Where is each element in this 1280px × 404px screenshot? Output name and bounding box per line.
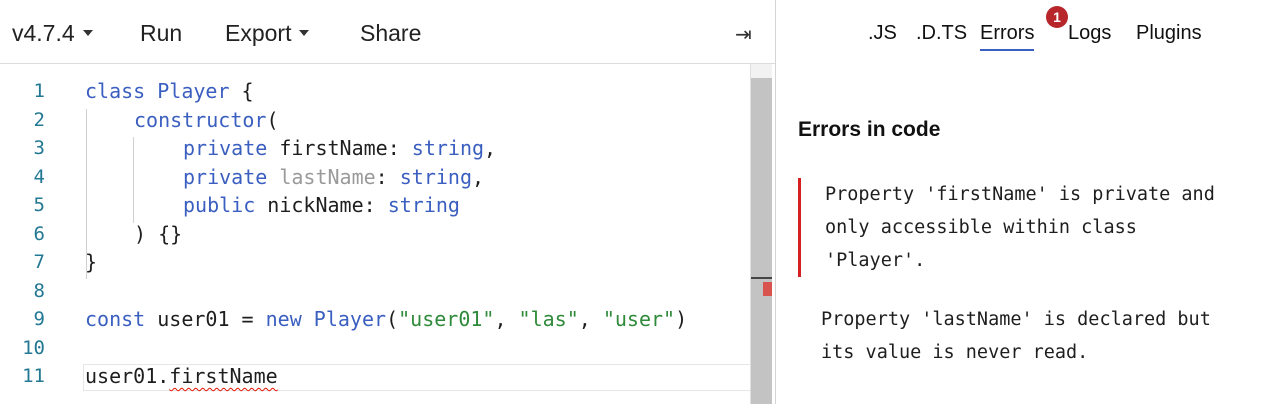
errors-heading: Errors in code bbox=[798, 118, 941, 141]
code-line: private lastName: string, bbox=[183, 165, 484, 189]
collapse-sidebar-icon[interactable]: ⇥ bbox=[735, 22, 752, 47]
code-type: string bbox=[411, 136, 485, 160]
export-label: Export bbox=[225, 20, 292, 46]
code-line: class Player { bbox=[85, 79, 254, 103]
code-punct: , bbox=[494, 307, 519, 331]
warning-message-line: its value is never read. bbox=[821, 342, 1089, 363]
code-identifier: firstName: bbox=[267, 136, 412, 160]
code-punct: ( bbox=[266, 108, 279, 132]
code-keyword: class bbox=[85, 79, 146, 103]
code-string: "las" bbox=[518, 307, 579, 331]
line-number: 3 bbox=[33, 137, 45, 159]
code-editor[interactable]: 1 2 3 4 5 6 7 8 9 10 11 class Player { c… bbox=[0, 64, 769, 404]
line-number: 4 bbox=[33, 166, 45, 188]
code-string: "user01" bbox=[398, 307, 495, 331]
line-number: 6 bbox=[33, 223, 45, 245]
code-identifier: user01 = bbox=[145, 307, 266, 331]
code-error-identifier: firstName bbox=[169, 364, 278, 388]
code-punct: , bbox=[578, 307, 603, 331]
version-label: v4.7.4 bbox=[12, 20, 75, 46]
code-keyword: constructor bbox=[134, 108, 267, 132]
code-line: private firstName: string, bbox=[183, 136, 496, 160]
sidebar-tabs: .JS .D.TS Errors 1 Logs Plugins bbox=[776, 6, 1280, 52]
code-line: user01.firstName bbox=[85, 364, 278, 388]
code-line: public nickName: string bbox=[183, 193, 460, 217]
line-number: 5 bbox=[33, 194, 45, 216]
error-message-line: only accessible within class bbox=[825, 217, 1137, 238]
code-punct: : bbox=[375, 165, 400, 189]
line-number: 10 bbox=[22, 337, 45, 359]
code-type: string bbox=[387, 193, 460, 217]
editor-pane: v4.7.4 Run Export Share ⇥ 1 2 3 4 5 6 7 … bbox=[0, 0, 776, 404]
run-button[interactable]: Run bbox=[140, 20, 182, 47]
tab-plugins[interactable]: Plugins bbox=[1136, 22, 1202, 45]
line-number: 1 bbox=[33, 80, 45, 102]
error-message[interactable]: Property 'firstName' is private and only… bbox=[798, 178, 1268, 277]
line-number: 2 bbox=[33, 109, 45, 131]
code-keyword: new bbox=[265, 307, 302, 331]
warning-message[interactable]: Property 'lastName' is declared but its … bbox=[821, 303, 1266, 369]
cursor-ruler-mark bbox=[751, 277, 772, 279]
code-type: string bbox=[399, 165, 473, 189]
code-identifier: user01. bbox=[85, 364, 170, 388]
toolbar: v4.7.4 Run Export Share ⇥ bbox=[0, 0, 775, 64]
code-line: ) {} bbox=[134, 222, 183, 246]
export-dropdown[interactable]: Export bbox=[225, 20, 310, 47]
line-number: 8 bbox=[33, 280, 45, 302]
chevron-down-icon bbox=[82, 29, 93, 36]
tab-dts[interactable]: .D.TS bbox=[916, 22, 967, 45]
code-identifier: Player bbox=[301, 307, 387, 331]
code-punct: , bbox=[484, 136, 497, 160]
code-keyword: private bbox=[183, 165, 268, 189]
code-line: const user01 = new Player("user01", "las… bbox=[85, 307, 687, 331]
code-keyword: public bbox=[183, 193, 256, 217]
scrollbar-thumb[interactable] bbox=[751, 78, 772, 404]
code-keyword: const bbox=[85, 307, 146, 331]
version-dropdown[interactable]: v4.7.4 bbox=[12, 20, 93, 47]
error-message-line: Property 'firstName' is private and bbox=[825, 184, 1215, 205]
tab-logs[interactable]: Logs bbox=[1068, 22, 1111, 45]
warning-message-line: Property 'lastName' is declared but bbox=[821, 309, 1211, 330]
code-line: constructor( bbox=[134, 108, 279, 132]
tab-js[interactable]: .JS bbox=[868, 22, 897, 45]
editor-scrollbar[interactable] bbox=[750, 64, 772, 404]
sidebar-pane: .JS .D.TS Errors 1 Logs Plugins Errors i… bbox=[776, 0, 1280, 404]
code-keyword: private bbox=[183, 136, 268, 160]
code-unused-identifier: lastName bbox=[279, 165, 376, 189]
code-identifier: Player bbox=[145, 79, 230, 103]
error-message-line: 'Player'. bbox=[825, 250, 926, 271]
line-number: 7 bbox=[33, 251, 45, 273]
indent-guide bbox=[133, 137, 134, 223]
chevron-down-icon bbox=[299, 29, 310, 36]
code-punct: , bbox=[472, 165, 485, 189]
code-punct: ) bbox=[675, 307, 688, 331]
share-button[interactable]: Share bbox=[360, 20, 421, 47]
code-punct: ( bbox=[386, 307, 399, 331]
code-string: "user" bbox=[602, 307, 676, 331]
error-count-badge: 1 bbox=[1046, 6, 1068, 28]
error-ruler-mark bbox=[763, 282, 772, 296]
code-line: } bbox=[85, 250, 98, 274]
code-identifier: nickName: bbox=[255, 193, 388, 217]
line-number: 9 bbox=[33, 308, 45, 330]
line-number: 11 bbox=[22, 365, 45, 387]
code-punct: { bbox=[229, 79, 254, 103]
tab-errors[interactable]: Errors bbox=[980, 22, 1035, 51]
